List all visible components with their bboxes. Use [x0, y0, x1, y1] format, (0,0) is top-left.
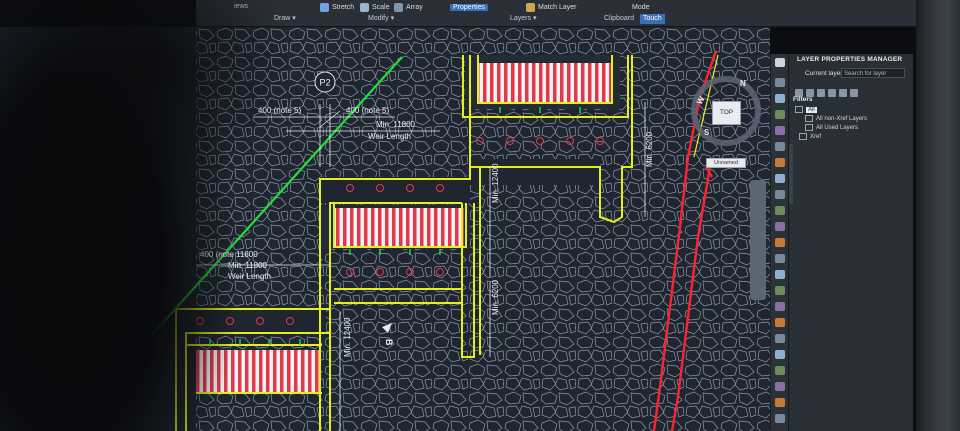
set-current-icon[interactable]	[828, 89, 836, 97]
tool-icon[interactable]	[775, 334, 785, 343]
dim-weir-length-top: Weir Length	[368, 132, 411, 141]
weir-hatch-middle	[334, 208, 464, 246]
filter-icon	[805, 115, 813, 122]
scale-button[interactable]: Scale	[360, 2, 390, 13]
tool-icon[interactable]	[775, 286, 785, 295]
tool-icon[interactable]	[775, 350, 785, 359]
tool-icon[interactable]	[775, 414, 785, 423]
current-layer-label: Current layer	[805, 70, 843, 77]
tool-icon[interactable]	[775, 142, 785, 151]
array-button[interactable]: Array	[394, 2, 423, 13]
scale-icon	[360, 3, 369, 12]
weir-hatch-left	[196, 350, 320, 392]
tool-icon[interactable]	[775, 254, 785, 263]
delete-layer-icon[interactable]	[817, 89, 825, 97]
panel-clipboard[interactable]: Clipboard	[604, 14, 634, 24]
stretch-button[interactable]: Stretch	[320, 2, 354, 13]
ribbon: iews Stretch Scale Array Properties Matc…	[196, 0, 916, 27]
dim-note5-b: 400 (note 5)	[346, 106, 389, 115]
tool-icon[interactable]	[775, 174, 785, 183]
tool-icon[interactable]	[775, 270, 785, 279]
filter-icon	[799, 133, 807, 140]
tool-icon[interactable]	[775, 206, 785, 215]
filter-used[interactable]: All Used Layers	[795, 124, 907, 133]
tool-icon[interactable]	[775, 398, 785, 407]
dim-weir-length-left: Weir Length	[228, 272, 271, 281]
dim-min11800-left: Min. 11800	[228, 261, 268, 270]
grid-bubble-label: P2	[319, 78, 330, 88]
tool-icon[interactable]	[775, 94, 785, 103]
filter-tree: All All non-Xref Layers All Used Layers …	[795, 106, 907, 142]
panel-draw[interactable]: Draw ▾	[274, 14, 296, 24]
panel-title: LAYER PROPERTIES MANAGER	[797, 56, 903, 63]
tool-icon[interactable]	[775, 158, 785, 167]
dim-note-11800: 400 (note 11800	[200, 250, 258, 259]
mode-button[interactable]: Mode	[632, 2, 650, 13]
expand-icon[interactable]	[795, 106, 803, 113]
vertical-toolbar	[770, 54, 789, 431]
layer-properties-panel: LAYER PROPERTIES MANAGER Current layer S…	[788, 54, 913, 431]
panel-tab-strip[interactable]	[789, 144, 793, 204]
dim-note5-a: 400 (note 5)	[258, 106, 301, 115]
properties-button[interactable]: Properties	[450, 2, 488, 13]
tool-icon[interactable]	[775, 126, 785, 135]
dim-min11800-top: Min. 11800	[376, 120, 416, 129]
ucs-menu-unnamed[interactable]: Unnamed	[706, 158, 746, 168]
tool-icon[interactable]	[775, 190, 785, 199]
tool-icon[interactable]	[775, 222, 785, 231]
settings-icon[interactable]	[850, 89, 858, 97]
touch-toggle[interactable]: Touch	[640, 14, 665, 24]
tool-icon[interactable]	[775, 318, 785, 327]
tool-icon[interactable]	[775, 110, 785, 119]
compass-north[interactable]: N	[740, 79, 746, 88]
dim-min6200-b: Min. 6200	[645, 131, 654, 167]
tool-icon[interactable]	[775, 302, 785, 311]
ribbon-partial-label: iews	[234, 3, 249, 10]
filter-icon	[805, 124, 813, 131]
tool-icon[interactable]	[775, 366, 785, 375]
array-icon	[394, 3, 403, 12]
compass-south[interactable]: S	[704, 128, 709, 137]
filter-xref[interactable]: Xref	[795, 133, 907, 142]
monitor-bezel	[916, 0, 960, 431]
tool-icon[interactable]	[775, 238, 785, 247]
layer-search-input[interactable]: Search for layer	[841, 68, 905, 78]
match-layer-button[interactable]: Match Layer	[526, 2, 577, 13]
navigation-bar[interactable]	[750, 180, 766, 300]
dim-min6200-a: Min. 6200	[491, 279, 500, 315]
close-icon[interactable]	[775, 58, 785, 67]
tool-icon[interactable]	[775, 78, 785, 87]
drawing-canvas[interactable]: P2 400 (note 5) 400 (note 5) Min. 11800 …	[0, 27, 770, 431]
filters-heading: Filters	[793, 96, 813, 103]
viewcube-top-face[interactable]: TOP	[712, 101, 741, 125]
tool-icon[interactable]	[775, 382, 785, 391]
panel-layers[interactable]: Layers ▾	[510, 14, 536, 24]
layer-toolbar	[795, 84, 907, 97]
weir-hatch-top	[478, 63, 612, 103]
stretch-icon	[320, 3, 329, 12]
dim-min12400-b: Min. 12400	[343, 317, 352, 357]
match-layer-icon	[526, 3, 535, 12]
screen: iews Stretch Scale Array Properties Matc…	[0, 0, 960, 431]
filter-all[interactable]: All	[795, 106, 907, 115]
section-marker: B	[384, 339, 394, 346]
filter-non-xref[interactable]: All non-Xref Layers	[795, 115, 907, 124]
dim-min12400-a: Min. 12400	[491, 163, 500, 203]
refresh-icon[interactable]	[839, 89, 847, 97]
panel-modify[interactable]: Modify ▾	[368, 14, 394, 24]
